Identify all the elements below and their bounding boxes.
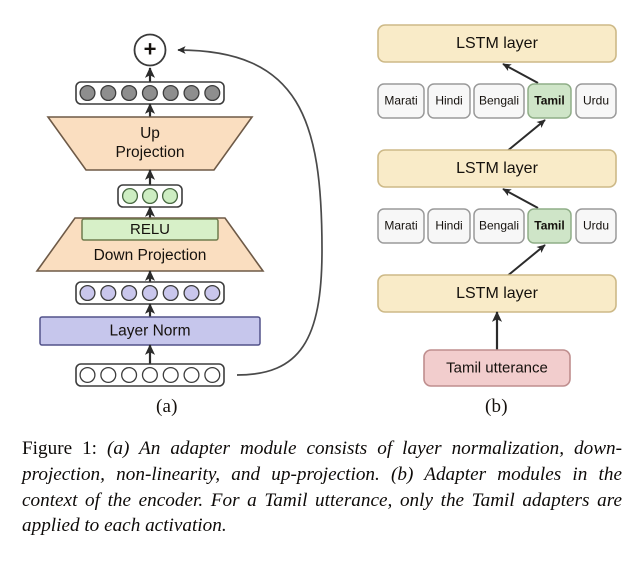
input-node <box>162 366 179 384</box>
normed-node-row <box>75 281 225 305</box>
lstm-layer-middle-label: LSTM layer <box>456 160 538 177</box>
layer-norm-block: Layer Norm <box>39 316 261 346</box>
adapter-marati[interactable]: Marati <box>377 208 425 244</box>
lstm-layer-top: LSTM layer <box>377 24 617 63</box>
arrow-lstm2-to-adapter2 <box>505 119 546 153</box>
figure-caption-body: (a) An adapter module consists of layer … <box>22 438 623 537</box>
figure-caption-head: Figure 1: <box>22 438 98 459</box>
normed-node <box>183 284 200 302</box>
normed-node <box>79 284 96 302</box>
adapter-row-lower: Marati Hindi Bengali Tamil Urdu <box>377 208 617 244</box>
arrow-adapter2-to-lstm3 <box>502 63 539 84</box>
adapter-bengali[interactable]: Bengali <box>473 208 525 244</box>
adapter-hindi[interactable]: Hindi <box>427 83 471 119</box>
normed-node <box>121 284 138 302</box>
utterance-input-box: Tamil utterance <box>423 349 571 387</box>
panel-a: + Up Projection RELU Down Projection Lay… <box>35 33 323 387</box>
adapter-label: Urdu <box>583 219 609 233</box>
adapter-hindi[interactable]: Hindi <box>427 208 471 244</box>
adapter-label: Hindi <box>435 219 462 233</box>
input-node <box>204 366 221 384</box>
lstm-layer-bottom: LSTM layer <box>377 274 617 313</box>
up-projection-label-line1: Up <box>140 125 160 142</box>
bottleneck-node <box>141 187 159 205</box>
lstm-layer-top-label: LSTM layer <box>456 35 538 52</box>
lstm-layer-middle: LSTM layer <box>377 149 617 188</box>
arrow-lstm1-to-adapter1 <box>505 244 546 278</box>
input-node <box>183 366 200 384</box>
adapter-label: Tamil <box>534 219 564 233</box>
adapter-label: Bengali <box>479 219 519 233</box>
adapter-urdu[interactable]: Urdu <box>575 83 617 119</box>
panel-a-caption-label: (a) <box>156 396 178 417</box>
adapter-bengali[interactable]: Bengali <box>473 83 525 119</box>
layer-norm-label: Layer Norm <box>110 323 191 340</box>
input-node <box>121 366 138 384</box>
up-projection-label-line2: Projection <box>116 144 185 161</box>
down-projection-label: Down Projection <box>94 247 207 264</box>
input-node-row <box>75 363 225 387</box>
adapter-label: Bengali <box>479 94 519 108</box>
output-node-row <box>75 81 225 105</box>
output-node <box>204 84 221 102</box>
relu-label: RELU <box>130 221 170 238</box>
adapter-label: Tamil <box>534 94 564 108</box>
input-node <box>79 366 96 384</box>
figure-caption: Figure 1: (a) An adapter module consists… <box>22 436 622 539</box>
down-projection-block: RELU Down Projection <box>35 217 265 272</box>
up-projection-block: Up Projection <box>46 116 254 171</box>
panel-b-caption-label: (b) <box>485 396 508 417</box>
figure-1: + Up Projection RELU Down Projection Lay… <box>0 0 640 564</box>
adapter-tamil[interactable]: Tamil <box>527 83 572 119</box>
lstm-layer-bottom-label: LSTM layer <box>456 285 538 302</box>
adapter-label: Marati <box>384 219 417 233</box>
input-node <box>100 366 117 384</box>
adapter-row-upper: Marati Hindi Bengali Tamil Urdu <box>377 83 617 119</box>
sum-node-label: + <box>144 36 157 61</box>
adapter-label: Urdu <box>583 94 609 108</box>
normed-node <box>204 284 221 302</box>
normed-node <box>141 284 158 302</box>
bottleneck-node-row <box>117 184 183 208</box>
output-node <box>100 84 117 102</box>
output-node <box>121 84 138 102</box>
utterance-input-label: Tamil utterance <box>446 359 548 376</box>
arrow-adapter1-to-lstm2 <box>502 188 539 209</box>
sum-node: + <box>133 33 167 67</box>
figure-diagram: + Up Projection RELU Down Projection Lay… <box>35 24 617 387</box>
bottleneck-node <box>161 187 179 205</box>
input-node <box>141 366 158 384</box>
adapter-label: Marati <box>384 94 417 108</box>
output-node <box>141 84 158 102</box>
panel-b: LSTM layer Marati Hindi Bengali Tamil Ur… <box>377 24 617 387</box>
normed-node <box>162 284 179 302</box>
output-node <box>183 84 200 102</box>
bottleneck-node <box>121 187 139 205</box>
output-node <box>162 84 179 102</box>
adapter-tamil[interactable]: Tamil <box>527 208 572 244</box>
adapter-marati[interactable]: Marati <box>377 83 425 119</box>
normed-node <box>100 284 117 302</box>
adapter-urdu[interactable]: Urdu <box>575 208 617 244</box>
figure-panels: + Up Projection RELU Down Projection Lay… <box>0 0 640 430</box>
adapter-label: Hindi <box>435 94 462 108</box>
output-node <box>79 84 96 102</box>
